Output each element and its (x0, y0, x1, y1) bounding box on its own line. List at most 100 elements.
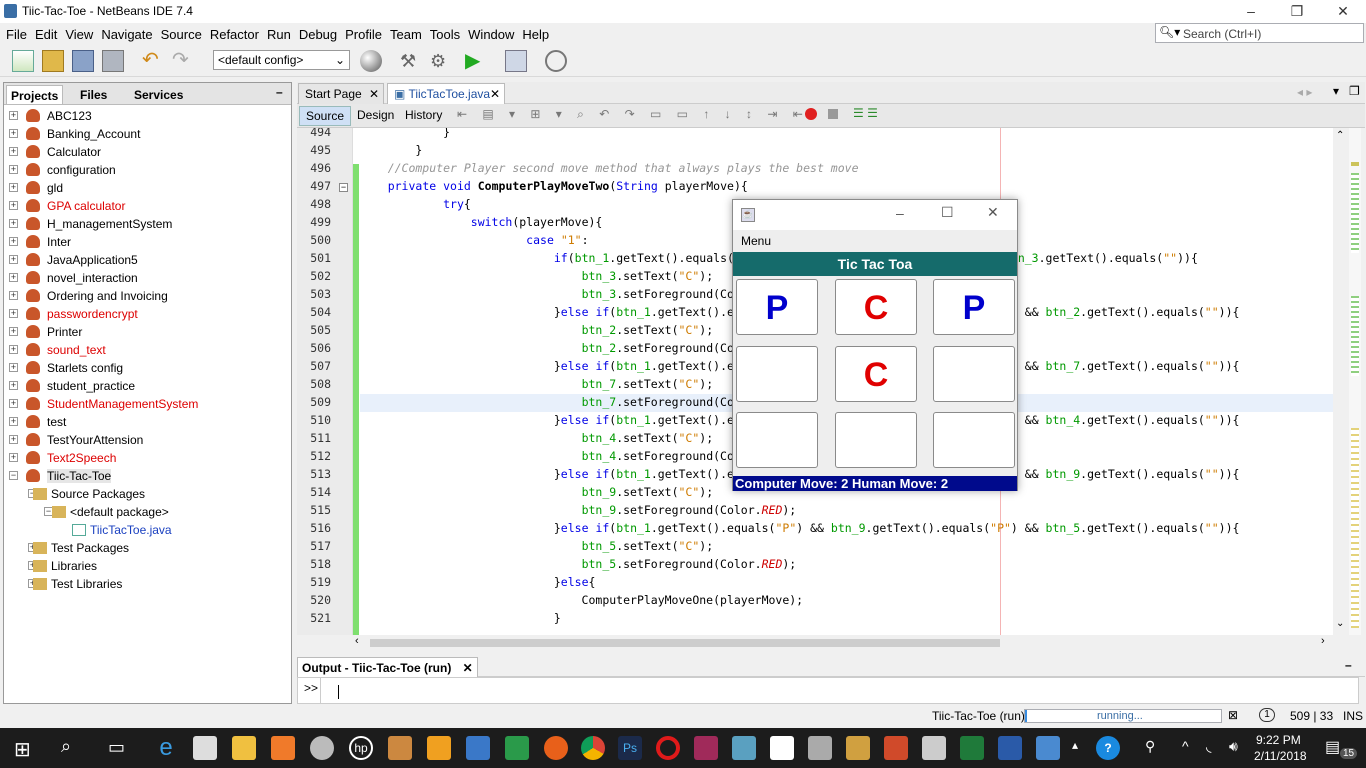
source-button[interactable]: Source (299, 106, 352, 126)
scroll-left-icon[interactable]: ‹ (355, 635, 359, 647)
search-icon[interactable]: ⌕ (61, 736, 71, 757)
notification-badge[interactable]: 1 (1259, 708, 1275, 722)
hammer-icon[interactable]: ⚒ (400, 50, 422, 72)
expand-toggle-icon[interactable]: − (9, 471, 18, 480)
expand-toggle-icon[interactable]: + (9, 345, 18, 354)
minimize-panel-icon[interactable]: – (276, 85, 283, 99)
tree-item[interactable]: − Tiic-Tac-Toe (4, 467, 291, 485)
action-center-icon[interactable]: ▤ (1325, 737, 1340, 757)
code-line[interactable]: private void ComputerPlayMoveTwo(String … (360, 179, 748, 193)
expand-toggle-icon[interactable]: + (9, 273, 18, 282)
code-line[interactable]: btn_9.setText("C"); (360, 485, 714, 499)
tree-item[interactable]: + gld (4, 179, 291, 197)
tree-subitem[interactable]: TiicTacToe.java (4, 521, 291, 539)
horizontal-scrollbar[interactable]: ‹ › (353, 635, 1333, 650)
app-paint-icon[interactable] (732, 736, 756, 760)
close-icon[interactable]: ✕ (369, 87, 379, 101)
output-console[interactable]: >> (297, 677, 1359, 704)
save-all-icon[interactable] (102, 50, 124, 72)
board-cell[interactable]: C (835, 346, 917, 402)
code-line[interactable]: }else{ (360, 575, 596, 589)
firefox-icon[interactable] (544, 736, 568, 760)
task-view-icon[interactable]: ▭ (108, 737, 125, 758)
board-cell[interactable]: P (933, 279, 1015, 335)
tree-item[interactable]: + Banking_Account (4, 125, 291, 143)
3dm-icon[interactable] (884, 736, 908, 760)
expand-toggle-icon[interactable]: + (9, 129, 18, 138)
code-line[interactable]: btn_9.setForeground(Color.RED); (360, 503, 797, 517)
restore-window-icon[interactable]: ❐ (1349, 84, 1360, 98)
start-icon[interactable]: ⊞ (14, 737, 31, 762)
media-player-icon[interactable] (427, 736, 451, 760)
tab-projects[interactable]: Projects (6, 85, 64, 104)
board-cell[interactable] (736, 346, 818, 402)
chrome-icon[interactable] (581, 736, 605, 760)
run-icon[interactable]: ▶ (465, 50, 487, 72)
config-select[interactable]: <default config> ⌄ (213, 50, 350, 70)
expand-toggle-icon[interactable]: + (9, 291, 18, 300)
clock-date[interactable]: 2/11/2018 (1254, 749, 1307, 763)
menu-navigate[interactable]: Navigate (97, 23, 156, 42)
tree-subitem[interactable]: +Test Libraries (4, 575, 291, 593)
code-line[interactable]: btn_5.setText("C"); (360, 539, 714, 553)
tree-item[interactable]: + H_managementSystem (4, 215, 291, 233)
expand-toggle-icon[interactable]: + (9, 183, 18, 192)
scroll-thumb[interactable] (370, 639, 1000, 647)
app-diamond-icon[interactable] (1036, 736, 1060, 760)
help-icon[interactable]: ? (1096, 736, 1120, 760)
board-cell[interactable] (835, 412, 917, 468)
build-icon[interactable] (360, 50, 382, 72)
menu-team[interactable]: Team (386, 23, 426, 42)
new-project-icon[interactable] (42, 50, 64, 72)
code-line[interactable]: ComputerPlayMoveOne(playerMove); (360, 593, 804, 607)
stop-macro-icon[interactable] (828, 109, 838, 119)
tree-item[interactable]: + Ordering and Invoicing (4, 287, 291, 305)
code-line[interactable]: btn_7.setText("C"); (360, 377, 714, 391)
board-cell[interactable]: C (835, 279, 917, 335)
hp-icon[interactable]: hp (349, 736, 373, 760)
people-icon[interactable]: ⚲ (1145, 738, 1155, 755)
expand-toggle-icon[interactable]: + (9, 111, 18, 120)
expand-toggle-icon[interactable]: + (9, 417, 18, 426)
dropdown-icon[interactable]: ▾ (1333, 84, 1339, 98)
record-macro-icon[interactable] (805, 108, 817, 120)
expand-toggle-icon[interactable]: + (9, 399, 18, 408)
expand-toggle-icon[interactable]: + (9, 453, 18, 462)
game-menu[interactable]: Menu (741, 234, 771, 248)
code-line[interactable]: btn_4.setForeground(Color.RED); (360, 449, 797, 463)
app-orange-icon[interactable] (271, 736, 295, 760)
tree-item[interactable]: + novel_interaction (4, 269, 291, 287)
restore-icon[interactable]: ❐ (1274, 0, 1320, 23)
code-line[interactable]: }else if(btn_1.getText().equals("P") && … (360, 521, 1240, 535)
code-line[interactable]: } (360, 143, 422, 157)
tree-item[interactable]: + Printer (4, 323, 291, 341)
app-green-icon[interactable] (505, 736, 529, 760)
tree-item[interactable]: + student_practice (4, 377, 291, 395)
search-field[interactable]: 🔍︎▾ Search (Ctrl+I) (1155, 23, 1364, 43)
code-line[interactable]: //Computer Player second move method tha… (360, 161, 859, 175)
edge-icon[interactable]: e (154, 736, 178, 760)
overflow-icon[interactable]: ▴ (1072, 738, 1078, 752)
rerun-icon[interactable]: >> (304, 681, 318, 695)
code-line[interactable]: btn_2.setForeground(Color.RED); (360, 341, 797, 355)
history-button[interactable]: History (399, 106, 448, 126)
code-line[interactable]: btn_3.setText("C"); (360, 269, 714, 283)
code-line[interactable]: case "1": (360, 233, 588, 247)
close-icon[interactable]: ✕ (987, 204, 999, 221)
clean-build-icon[interactable]: ⚙ (430, 50, 452, 72)
tab-tiictactoe-java[interactable]: ▣ TiicTacToe.java ✕ (387, 83, 505, 104)
app-folder-icon[interactable] (846, 736, 870, 760)
profile-icon[interactable] (545, 50, 567, 72)
tree-item[interactable]: + sound_text (4, 341, 291, 359)
menu-source[interactable]: Source (157, 23, 206, 42)
menu-file[interactable]: File (2, 23, 31, 42)
file-explorer-icon[interactable] (232, 736, 256, 760)
menu-edit[interactable]: Edit (31, 23, 61, 42)
tree-item[interactable]: + GPA calculator (4, 197, 291, 215)
clock-time[interactable]: 9:22 PM (1256, 733, 1301, 747)
menu-refactor[interactable]: Refactor (206, 23, 263, 42)
tree-item[interactable]: + ABC123 (4, 107, 291, 125)
tree-item[interactable]: + Text2Speech (4, 449, 291, 467)
tree-item[interactable]: + TestYourAttension (4, 431, 291, 449)
board-cell[interactable]: P (736, 279, 818, 335)
